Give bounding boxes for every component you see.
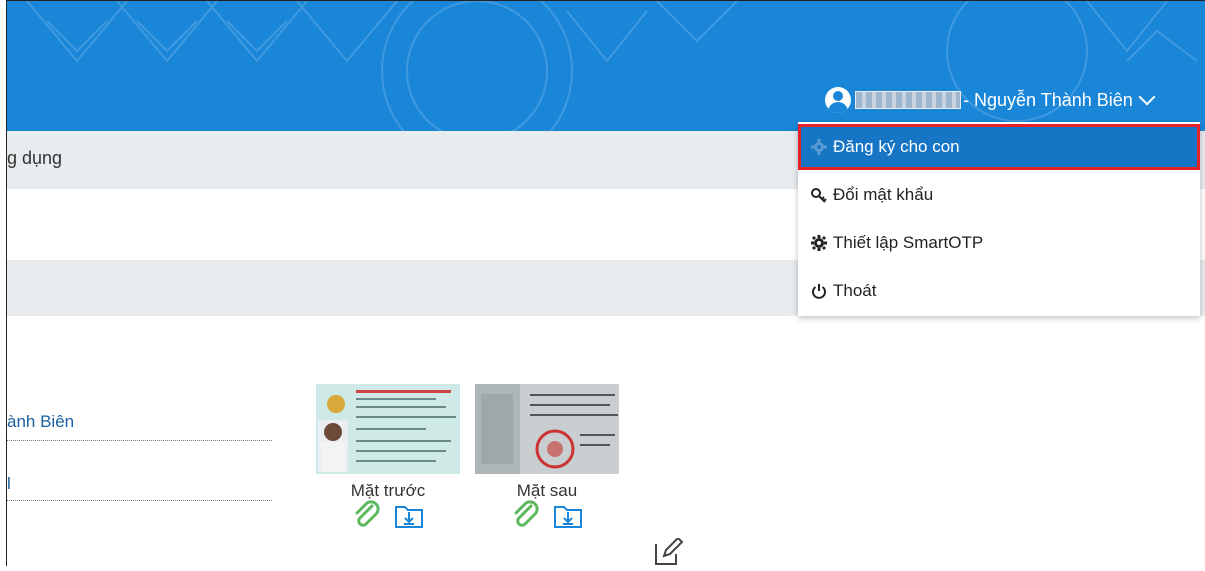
divider <box>7 440 272 441</box>
menu-item-logout[interactable]: Thoát <box>798 268 1200 314</box>
menu-item-label: Đăng ký cho con <box>833 137 960 156</box>
key-icon <box>810 186 828 204</box>
chevron-down-icon <box>1138 88 1156 106</box>
id-card-back-image[interactable] <box>475 384 619 474</box>
user-dropdown-menu: Đăng ký cho con Đổi mật khẩu Thiết lập S… <box>798 122 1200 316</box>
back-actions <box>511 500 583 535</box>
paperclip-icon[interactable] <box>511 500 541 535</box>
app-header: - Nguyễn Thành Biên <box>7 1 1205 131</box>
menu-item-register-child[interactable]: Đăng ký cho con <box>798 124 1200 170</box>
profile-name-value: ành Biên <box>7 412 75 431</box>
front-caption: Mặt trước <box>350 481 426 500</box>
band-title: g dụng <box>7 148 63 168</box>
divider <box>7 500 272 501</box>
user-menu-toggle[interactable]: - Nguyễn Thành Biên <box>825 85 1156 115</box>
masked-username <box>855 91 961 109</box>
paperclip-icon[interactable] <box>352 500 382 535</box>
gear-icon <box>810 234 828 252</box>
id-card-front-image[interactable] <box>316 384 460 474</box>
edit-icon[interactable] <box>652 536 684 571</box>
download-folder-icon[interactable] <box>553 501 583 534</box>
menu-item-smartotp[interactable]: Thiết lập SmartOTP <box>798 220 1200 266</box>
menu-item-change-password[interactable]: Đổi mật khẩu <box>798 172 1200 218</box>
user-name: - Nguyễn Thành Biên <box>963 89 1133 110</box>
gear-icon <box>810 138 828 156</box>
user-avatar-icon <box>825 87 851 113</box>
front-actions <box>352 500 424 535</box>
back-caption: Mặt sau <box>516 481 578 500</box>
download-folder-icon[interactable] <box>394 501 424 534</box>
power-icon <box>810 282 828 300</box>
menu-item-label: Thiết lập SmartOTP <box>833 233 984 252</box>
menu-item-label: Thoát <box>833 281 877 300</box>
profile-second-value: l <box>7 474 11 493</box>
menu-item-label: Đổi mật khẩu <box>833 185 934 204</box>
